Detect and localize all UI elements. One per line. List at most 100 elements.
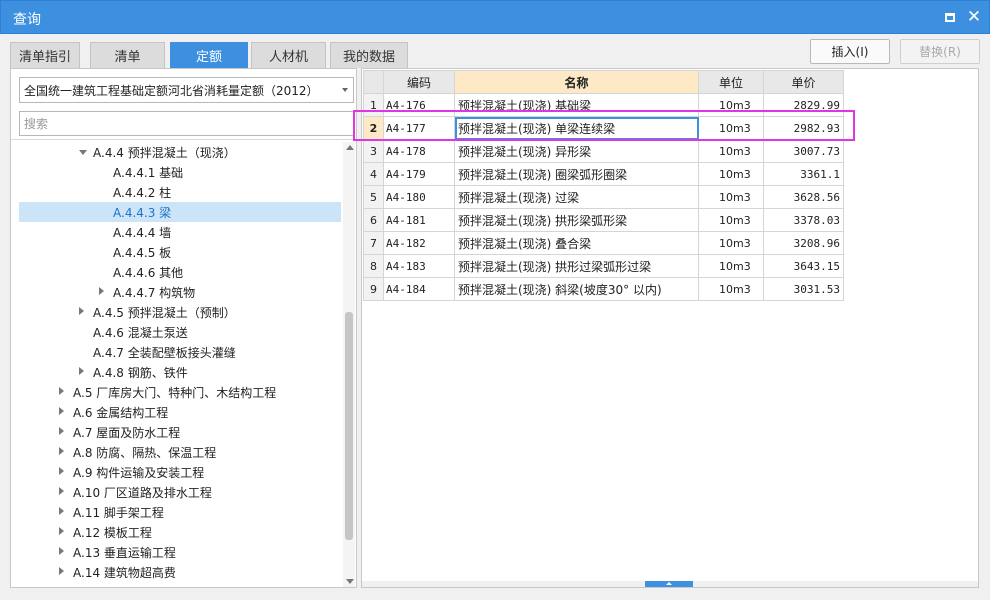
row-number[interactable]: 4 bbox=[363, 162, 384, 186]
cell-price[interactable]: 2982.93 bbox=[763, 116, 844, 140]
expand-arrow-icon[interactable] bbox=[59, 567, 64, 575]
cell-name[interactable]: 预拌混凝土(现浇) 斜梁(坡度30° 以内) bbox=[454, 277, 699, 301]
cell-code[interactable]: A4-179 bbox=[383, 162, 455, 186]
search-input[interactable]: 搜索 bbox=[19, 111, 354, 136]
cell-code[interactable]: A4-182 bbox=[383, 231, 455, 255]
row-number[interactable]: 1 bbox=[363, 93, 384, 117]
tree-item[interactable]: A.4.5 预拌混凝土（预制） bbox=[19, 302, 341, 322]
table-row[interactable]: 4 A4-179 预拌混凝土(现浇) 圈梁弧形圈梁 10m3 3361.1 bbox=[363, 162, 844, 186]
tree-item[interactable]: A.4.4.2 柱 bbox=[19, 182, 341, 202]
cell-price[interactable]: 3031.53 bbox=[763, 277, 844, 301]
scroll-down-icon[interactable] bbox=[346, 579, 354, 584]
tree-item[interactable]: A.11 脚手架工程 bbox=[19, 502, 341, 522]
tree-item[interactable]: A.14 建筑物超高费 bbox=[19, 562, 341, 582]
cell-price[interactable]: 3361.1 bbox=[763, 162, 844, 186]
cell-code[interactable]: A4-183 bbox=[383, 254, 455, 278]
cell-name[interactable]: 预拌混凝土(现浇) 叠合梁 bbox=[454, 231, 699, 255]
tab-bill[interactable]: 清单 bbox=[90, 42, 165, 68]
tree-item[interactable]: A.6 金属结构工程 bbox=[19, 402, 341, 422]
cell-price[interactable]: 3007.73 bbox=[763, 139, 844, 163]
tree-item[interactable]: A.4.4.3 梁 bbox=[19, 202, 341, 222]
tree-item[interactable]: A.4.4.1 基础 bbox=[19, 162, 341, 182]
header-code[interactable]: 编码 bbox=[383, 70, 455, 94]
cell-name[interactable]: 预拌混凝土(现浇) 圈梁弧形圈梁 bbox=[454, 162, 699, 186]
tree-item[interactable]: A.4.4.5 板 bbox=[19, 242, 341, 262]
header-unit[interactable]: 单位 bbox=[698, 70, 764, 94]
cell-unit[interactable]: 10m3 bbox=[698, 254, 764, 278]
expand-arrow-icon[interactable] bbox=[59, 467, 64, 475]
tree-item[interactable]: A.4.8 钢筋、铁件 bbox=[19, 362, 341, 382]
cell-unit[interactable]: 10m3 bbox=[698, 208, 764, 232]
tree-item[interactable]: A.4.6 混凝土泵送 bbox=[19, 322, 341, 342]
cell-unit[interactable]: 10m3 bbox=[698, 93, 764, 117]
expand-arrow-icon[interactable] bbox=[59, 387, 64, 395]
table-row[interactable]: 7 A4-182 预拌混凝土(现浇) 叠合梁 10m3 3208.96 bbox=[363, 231, 844, 255]
tree-item[interactable]: A.4.7 全装配壁板接头灌缝 bbox=[19, 342, 341, 362]
tree-item[interactable]: A.8 防腐、隔热、保温工程 bbox=[19, 442, 341, 462]
library-select[interactable]: 全国统一建筑工程基础定额河北省消耗量定额（2012） bbox=[19, 77, 354, 103]
header-price[interactable]: 单价 bbox=[763, 70, 844, 94]
scroll-up-icon[interactable] bbox=[346, 145, 354, 150]
table-row[interactable]: 6 A4-181 预拌混凝土(现浇) 拱形梁弧形梁 10m3 3378.03 bbox=[363, 208, 844, 232]
expand-arrow-icon[interactable] bbox=[59, 487, 64, 495]
table-row[interactable]: 3 A4-178 预拌混凝土(现浇) 异形梁 10m3 3007.73 bbox=[363, 139, 844, 163]
tab-quota[interactable]: 定额 bbox=[170, 42, 248, 68]
row-number[interactable]: 7 bbox=[363, 231, 384, 255]
cell-unit[interactable]: 10m3 bbox=[698, 231, 764, 255]
expand-arrow-icon[interactable] bbox=[59, 447, 64, 455]
cell-unit[interactable]: 10m3 bbox=[698, 139, 764, 163]
row-number[interactable]: 2 bbox=[363, 116, 384, 140]
tree-item[interactable]: A.12 模板工程 bbox=[19, 522, 341, 542]
expand-arrow-icon[interactable] bbox=[59, 407, 64, 415]
table-row[interactable]: 5 A4-180 预拌混凝土(现浇) 过梁 10m3 3628.56 bbox=[363, 185, 844, 209]
tree-item[interactable]: A.9 构件运输及安装工程 bbox=[19, 462, 341, 482]
expand-arrow-icon[interactable] bbox=[59, 527, 64, 535]
tab-labor-material[interactable]: 人材机 bbox=[251, 42, 326, 68]
cell-price[interactable]: 2829.99 bbox=[763, 93, 844, 117]
cell-unit[interactable]: 10m3 bbox=[698, 185, 764, 209]
expand-arrow-icon[interactable] bbox=[59, 507, 64, 515]
header-name[interactable]: 名称 bbox=[454, 70, 699, 94]
cell-price[interactable]: 3628.56 bbox=[763, 185, 844, 209]
scrollbar-thumb[interactable] bbox=[345, 312, 353, 540]
cell-code[interactable]: A4-178 bbox=[383, 139, 455, 163]
row-number[interactable]: 8 bbox=[363, 254, 384, 278]
table-row[interactable]: 9 A4-184 预拌混凝土(现浇) 斜梁(坡度30° 以内) 10m3 3031.53 bbox=[363, 277, 844, 301]
tree-item[interactable]: A.4.4.7 构筑物 bbox=[19, 282, 341, 302]
insert-button[interactable]: 插入(I) bbox=[810, 39, 890, 64]
tab-bill-guide[interactable]: 清单指引 bbox=[10, 42, 80, 68]
cell-unit[interactable]: 10m3 bbox=[698, 277, 764, 301]
cell-code[interactable]: A4-177 bbox=[383, 116, 455, 140]
tree-item[interactable]: A.4.4.4 墙 bbox=[19, 222, 341, 242]
cell-code[interactable]: A4-184 bbox=[383, 277, 455, 301]
row-number[interactable]: 6 bbox=[363, 208, 384, 232]
cell-code[interactable]: A4-176 bbox=[383, 93, 455, 117]
cell-name[interactable]: 预拌混凝土(现浇) 基础梁 bbox=[454, 93, 699, 117]
cell-code[interactable]: A4-181 bbox=[383, 208, 455, 232]
expand-arrow-icon[interactable] bbox=[79, 367, 84, 375]
cell-name[interactable]: 预拌混凝土(现浇) 过梁 bbox=[454, 185, 699, 209]
cell-name[interactable]: 预拌混凝土(现浇) 拱形过梁弧形过梁 bbox=[454, 254, 699, 278]
maximize-icon[interactable] bbox=[941, 8, 959, 26]
table-row[interactable]: 2 A4-177 预拌混凝土(现浇) 单梁连续梁 10m3 2982.93 bbox=[363, 116, 844, 140]
cell-name[interactable]: 预拌混凝土(现浇) 异形梁 bbox=[454, 139, 699, 163]
tree-item[interactable]: A.5 厂库房大门、特种门、木结构工程 bbox=[19, 382, 341, 402]
row-number[interactable]: 5 bbox=[363, 185, 384, 209]
tree-item[interactable]: A.7 屋面及防水工程 bbox=[19, 422, 341, 442]
expand-arrow-icon[interactable] bbox=[59, 427, 64, 435]
cell-price[interactable]: 3643.15 bbox=[763, 254, 844, 278]
tree-item[interactable]: A.10 厂区道路及排水工程 bbox=[19, 482, 341, 502]
table-row[interactable]: 8 A4-183 预拌混凝土(现浇) 拱形过梁弧形过梁 10m3 3643.15 bbox=[363, 254, 844, 278]
expand-arrow-icon[interactable] bbox=[59, 547, 64, 555]
expand-arrow-icon[interactable] bbox=[99, 287, 104, 295]
tree-item[interactable]: A.4.4 预拌混凝土（现浇） bbox=[19, 142, 341, 162]
tab-my-data[interactable]: 我的数据 bbox=[330, 42, 408, 68]
cell-unit[interactable]: 10m3 bbox=[698, 162, 764, 186]
splitter-handle[interactable] bbox=[645, 581, 693, 587]
table-row[interactable]: 1 A4-176 预拌混凝土(现浇) 基础梁 10m3 2829.99 bbox=[363, 93, 844, 117]
cell-name[interactable]: 预拌混凝土(现浇) 拱形梁弧形梁 bbox=[454, 208, 699, 232]
tree-item[interactable]: A.4.4.6 其他 bbox=[19, 262, 341, 282]
row-number[interactable]: 3 bbox=[363, 139, 384, 163]
tree-scrollbar[interactable] bbox=[343, 142, 355, 587]
cell-name[interactable]: 预拌混凝土(现浇) 单梁连续梁 bbox=[454, 116, 699, 140]
